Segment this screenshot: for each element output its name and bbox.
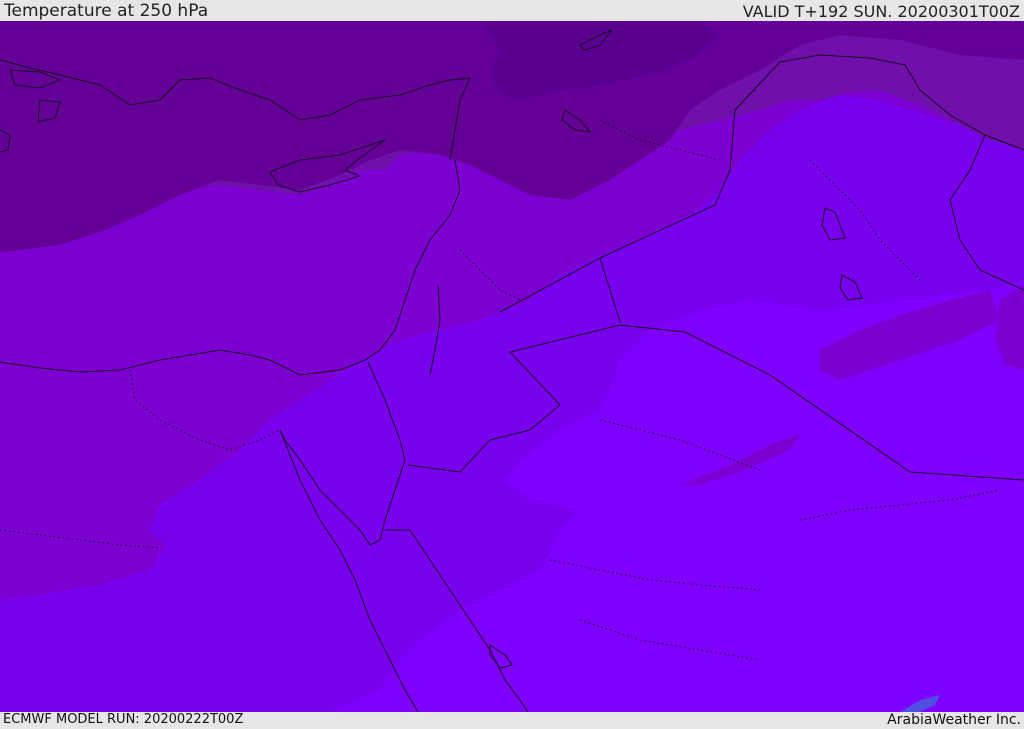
map-title: Temperature at 250 hPa: [4, 1, 209, 21]
model-run: ECMWF MODEL RUN: 20200222T00Z: [3, 712, 244, 727]
credit: ArabiaWeather Inc.: [887, 712, 1021, 728]
footer-bar: ECMWF MODEL RUN: 20200222T00Z ArabiaWeat…: [0, 712, 1024, 729]
weather-map[interactable]: [0, 21, 1024, 712]
valid-time: VALID T+192 SUN. 20200301T00Z: [742, 2, 1020, 21]
header-bar: Temperature at 250 hPa VALID T+192 SUN. …: [0, 0, 1024, 21]
